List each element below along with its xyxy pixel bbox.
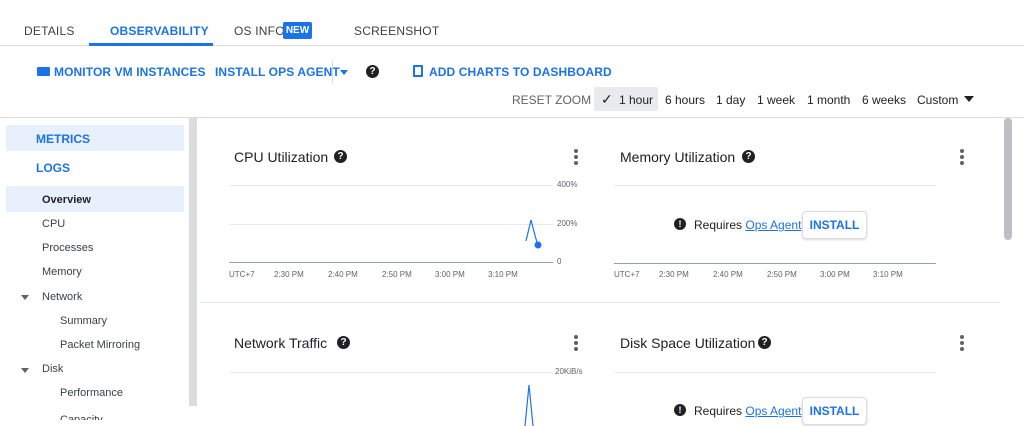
sidebar-section-logs[interactable]: LOGS [36,161,70,175]
cpu-help-icon[interactable]: ? [334,150,347,163]
new-badge: NEW [283,22,312,39]
cpu-card-title: CPU Utilization [234,149,329,165]
custom-dropdown-icon[interactable] [964,96,974,102]
sidebar-item-summary[interactable]: Summary [60,315,107,327]
range-custom[interactable]: Custom [917,93,958,107]
cpu-series-line [525,219,542,249]
sidebar-item-performance[interactable]: Performance [60,387,123,399]
disk-more-icon[interactable] [960,335,964,351]
range-1-month[interactable]: 1 month [807,93,850,107]
sidebar-item-disk[interactable]: Disk [42,363,63,375]
install-ops-agent-button[interactable]: INSTALL OPS AGENT [215,65,340,79]
disk-gridline [614,372,936,373]
memory-card-title: Memory Utilization [620,149,736,165]
cpu-series-path [525,219,539,246]
sidebar-item-overview[interactable]: Overview [42,194,91,206]
monitor-icon [37,67,50,76]
help-icon[interactable]: ? [366,65,379,78]
range-1-week[interactable]: 1 week [757,93,795,107]
active-tab-indicator [89,43,213,46]
memory-more-icon[interactable] [960,149,964,165]
cpu-gridline [229,224,553,225]
chevron-down-icon[interactable] [340,70,348,75]
disk-requires-text: Requires Ops Agent [694,404,802,418]
sidebar-section-metrics[interactable]: METRICS [36,132,90,146]
range-6-hours[interactable]: 6 hours [665,93,705,107]
tab-bar: DETAILS OBSERVABILITY OS INFO NEW SCREEN… [0,0,1024,46]
cpu-gridline [229,185,553,186]
memory-help-icon[interactable]: ? [742,150,755,163]
disk-card-title: Disk Space Utilization [620,335,756,351]
main-scrollbar[interactable] [1004,118,1012,240]
network-more-icon[interactable] [574,335,578,351]
sidebar-item-cpu[interactable]: CPU [42,218,65,230]
disk-help-icon[interactable]: ? [758,336,771,349]
sidebar: METRICS LOGS Overview CPU Processes Memo… [0,118,198,426]
memory-gridline [614,185,936,186]
toolbar-divider [332,60,333,84]
network-gridline [229,372,553,373]
tab-screenshot[interactable]: SCREENSHOT [354,24,439,38]
memory-baseline [614,263,936,264]
range-6-weeks[interactable]: 6 weeks [862,93,906,107]
tab-os-info[interactable]: OS INFO [234,24,285,38]
cpu-y-tick: 200% [557,219,578,228]
x-tick: 2:40 PM [328,270,358,279]
sidebar-item-capacity[interactable]: Capacity [60,412,103,420]
reset-zoom-button[interactable]: RESET ZOOM [512,93,591,107]
memory-install-button[interactable]: INSTALL [802,211,867,239]
info-icon: ! [674,218,686,230]
tab-observability[interactable]: OBSERVABILITY [110,24,209,38]
x-tick: 2:30 PM [659,270,689,279]
cpu-y-tick: 0 [557,257,562,266]
memory-requires-text: Requires Ops Agent [694,218,802,232]
disk-install-button[interactable]: INSTALL [802,397,867,425]
sidebar-scrollbar[interactable] [189,118,197,406]
cpu-latest-point [534,241,542,249]
x-tick: 2:30 PM [274,270,304,279]
info-icon: ! [674,404,686,416]
sidebar-item-processes[interactable]: Processes [42,242,93,254]
sidebar-item-network[interactable]: Network [42,291,82,303]
network-expand-icon[interactable] [21,295,29,300]
x-tick: 2:40 PM [713,270,743,279]
cpu-y-tick: 400% [557,180,578,189]
tab-details[interactable]: DETAILS [24,24,75,38]
ops-agent-link[interactable]: Ops Agent [745,218,801,232]
network-series-path [524,384,534,426]
x-tick: UTC+7 [614,270,640,279]
range-1-day[interactable]: 1 day [716,93,745,107]
add-chart-icon [413,65,423,77]
network-help-icon[interactable]: ? [337,336,350,349]
cpu-more-icon[interactable] [574,149,578,165]
x-tick: UTC+7 [229,270,255,279]
disk-expand-icon[interactable] [21,368,29,373]
x-tick: 2:50 PM [382,270,412,279]
sidebar-item-memory[interactable]: Memory [42,266,82,278]
x-tick: 3:10 PM [488,270,518,279]
x-tick: 2:50 PM [767,270,797,279]
sidebar-item-packet-mirroring[interactable]: Packet Mirroring [60,339,140,351]
add-charts-to-dashboard-button[interactable]: ADD CHARTS TO DASHBOARD [429,65,612,79]
check-icon: ✓ [601,91,613,107]
ops-agent-link[interactable]: Ops Agent [745,404,801,418]
overview-selected-bg [6,186,184,212]
network-y-tick: 20KiB/s [555,367,583,376]
cpu-baseline [229,262,553,263]
monitor-vm-instances-button[interactable]: MONITOR VM INSTANCES [54,65,206,79]
range-1-hour[interactable]: 1 hour [619,93,653,107]
x-tick: 3:00 PM [820,270,850,279]
card-row-divider [200,302,1000,303]
x-tick: 3:10 PM [873,270,903,279]
metrics-selected-bg [6,125,184,151]
x-tick: 3:00 PM [435,270,465,279]
network-card-title: Network Traffic [234,335,328,351]
network-series-line [524,384,534,426]
